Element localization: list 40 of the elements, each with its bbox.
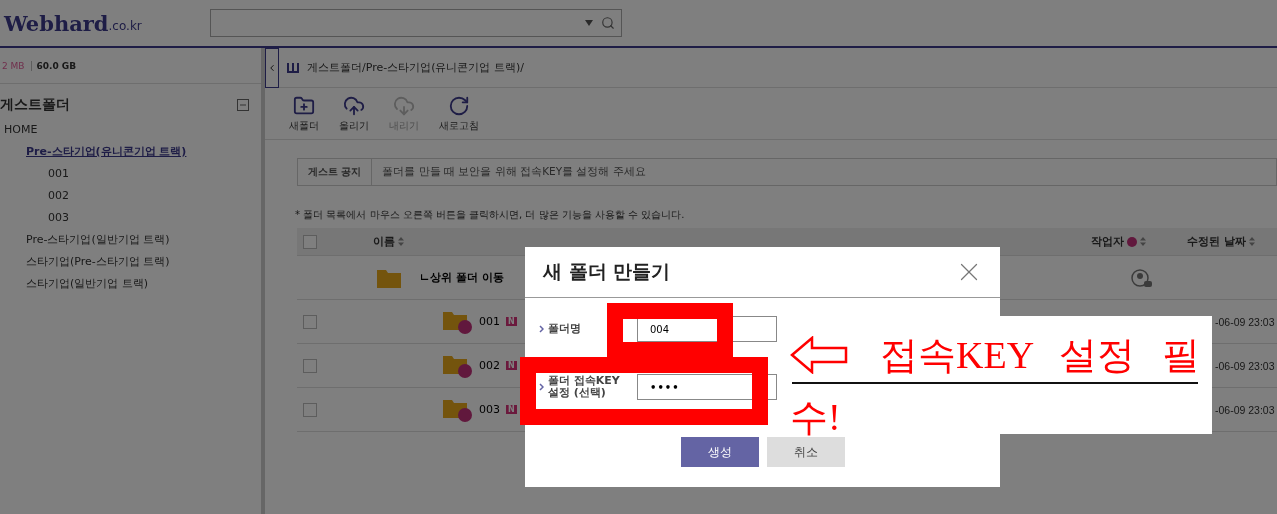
modified-date: -06-09 23:03 bbox=[1215, 315, 1276, 328]
storage-total: 60.0 GB bbox=[30, 60, 77, 71]
breadcrumb-path: 게스트폴더/Pre-스타기업(유니콘기업 트랙)/ bbox=[307, 60, 524, 75]
tree-item[interactable]: 002 bbox=[0, 184, 261, 206]
dialog-title: 새 폴더 만들기 bbox=[543, 259, 671, 284]
modified-date: -06-09 23:03 bbox=[1215, 403, 1276, 416]
notice-text: 폴더를 만들 때 보안을 위해 접속KEY를 설정해 주세요 bbox=[381, 165, 646, 179]
folder-name[interactable]: 002 bbox=[479, 359, 500, 372]
tree-item[interactable]: HOME bbox=[0, 118, 261, 140]
toolbar-button[interactable]: 올리기 bbox=[339, 94, 369, 133]
new-badge: N bbox=[506, 405, 517, 414]
tree-item[interactable]: Pre-스타기업(일반기업 트랙) bbox=[0, 228, 261, 250]
field-label: 폴더 접속KEY 설정 (선택) bbox=[548, 375, 621, 399]
field-label: 폴더명 bbox=[548, 323, 581, 335]
new-badge: N bbox=[506, 317, 517, 326]
dialog-button[interactable]: 생성 bbox=[680, 437, 759, 467]
notice-label: 게스트 공지 bbox=[298, 159, 373, 185]
folder-name[interactable]: 001 bbox=[479, 315, 500, 328]
folder-name[interactable]: 003 bbox=[479, 403, 500, 416]
logo-domain: .co.kr bbox=[108, 19, 142, 33]
storage-used: 2 MB bbox=[2, 60, 25, 71]
modified-date: -06-09 23:03 bbox=[1215, 359, 1276, 372]
dialog-button[interactable]: 취소 bbox=[766, 437, 845, 467]
tree-item[interactable]: 스타기업(일반기업 트랙) bbox=[0, 272, 261, 294]
toolbar-button[interactable]: 새로고침 bbox=[439, 94, 479, 133]
parent-folder-link[interactable]: ㄴ상위 폴더 이동 bbox=[419, 270, 504, 285]
column-header[interactable]: 작업자 bbox=[1091, 234, 1124, 249]
callout-text: 접속KEY 설정 필 bbox=[880, 333, 1200, 378]
tree-item[interactable]: 003 bbox=[0, 206, 261, 228]
tree-item[interactable]: 001 bbox=[0, 162, 261, 184]
column-header[interactable]: 수정된 날짜 bbox=[1187, 234, 1246, 249]
toolbar-button[interactable]: 새폴더 bbox=[289, 94, 319, 133]
callout-text: 수! bbox=[790, 396, 841, 438]
hint-text: * 폴더 목록에서 마우스 오른쪽 버튼을 클릭하시면, 더 많은 기능을 사용할 수 있습니다. bbox=[295, 208, 686, 222]
tree-item[interactable]: 스타기업(Pre-스타기업 트랙) bbox=[0, 250, 261, 272]
root-folder-label[interactable]: 게스트폴더 bbox=[0, 96, 70, 114]
logo[interactable]: Webhard bbox=[4, 10, 109, 36]
new-badge: N bbox=[506, 361, 517, 370]
tree-item[interactable]: Pre-스타기업(유니콘기업 트랙) bbox=[0, 140, 261, 162]
column-header[interactable]: 이름 bbox=[373, 234, 395, 249]
